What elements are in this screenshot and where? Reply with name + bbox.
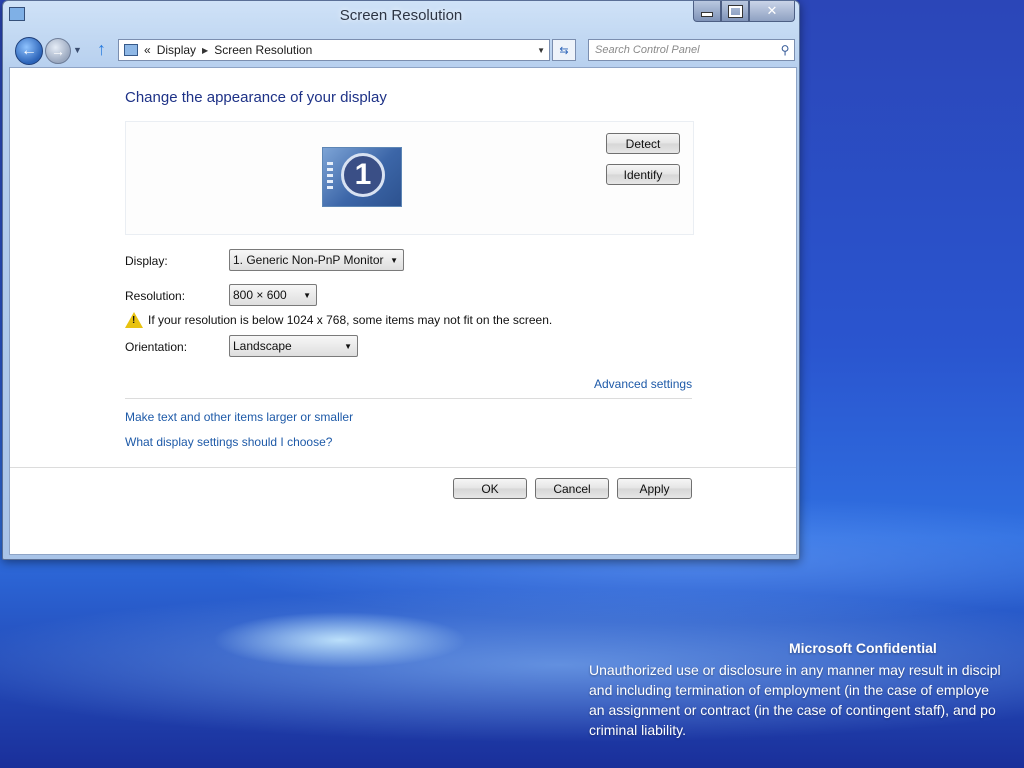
chevron-down-icon: ▼ (73, 45, 82, 55)
chevron-down-icon: ▼ (303, 290, 311, 300)
address-bar[interactable]: « Display ▶ Screen Resolution ▼ (118, 39, 550, 61)
maximize-button[interactable] (721, 1, 749, 22)
display-help-link[interactable]: What display settings should I choose? (125, 435, 332, 449)
window-title: Screen Resolution (339, 7, 463, 24)
text-size-link[interactable]: Make text and other items larger or smal… (125, 410, 353, 424)
content-pane: Change the appearance of your display 1 … (9, 67, 797, 555)
taskbar-preview (327, 162, 333, 192)
cancel-button[interactable]: Cancel (535, 478, 609, 499)
title-bar[interactable]: Screen Resolution ✕ (3, 1, 799, 33)
chevron-down-icon: ▼ (390, 255, 398, 265)
ok-button[interactable]: OK (453, 478, 527, 499)
orientation-value: Landscape (233, 339, 292, 353)
confidential-notice: Microsoft Confidential Unauthorized use … (589, 640, 1001, 740)
back-button[interactable]: ← (15, 37, 43, 65)
breadcrumb-screen-resolution[interactable]: Screen Resolution (214, 43, 312, 57)
refresh-button[interactable]: ⇆ (552, 39, 576, 61)
maximize-icon (727, 4, 743, 18)
forward-button[interactable]: → (45, 38, 71, 64)
page-title: Change the appearance of your display (125, 89, 387, 106)
confidential-line: criminal liability. (589, 722, 686, 738)
footer-divider (10, 467, 796, 468)
monitor-number: 1 (341, 153, 385, 197)
apply-button[interactable]: Apply (617, 478, 692, 499)
search-box[interactable]: ⚲ (588, 39, 795, 61)
breadcrumb-prefix[interactable]: « (144, 43, 151, 57)
breadcrumb-display[interactable]: Display (157, 43, 196, 57)
display-select[interactable]: 1. Generic Non-PnP Monitor ▼ (229, 249, 404, 271)
forward-arrow-icon: → (51, 43, 65, 59)
confidential-line: Unauthorized use or disclosure in any ma… (589, 662, 1001, 678)
detect-button[interactable]: Detect (606, 133, 680, 154)
close-button[interactable]: ✕ (749, 1, 795, 22)
up-arrow-icon: ↑ (97, 39, 106, 59)
caption-buttons: ✕ (693, 1, 795, 22)
monitor-1-tile[interactable]: 1 (322, 147, 402, 207)
advanced-settings-link[interactable]: Advanced settings (594, 377, 692, 391)
warning-icon: ! (125, 312, 143, 328)
back-arrow-icon: ← (21, 42, 37, 59)
up-button[interactable]: ↑ (97, 39, 106, 60)
breadcrumb-separator-icon[interactable]: ▶ (202, 46, 208, 55)
warning-text: If your resolution is below 1024 x 768, … (148, 313, 553, 327)
control-panel-icon (124, 44, 138, 56)
orientation-select[interactable]: Landscape ▼ (229, 335, 358, 357)
minimize-button[interactable] (693, 1, 721, 22)
resolution-value: 800 × 600 (233, 288, 287, 302)
confidential-line: an assignment or contract (in the case o… (589, 702, 996, 718)
screen-resolution-window: Screen Resolution ✕ ← → ▼ ↑ « Display ▶ … (2, 0, 800, 560)
identify-button[interactable]: Identify (606, 164, 680, 185)
minimize-icon (701, 11, 713, 17)
resolution-select[interactable]: 800 × 600 ▼ (229, 284, 317, 306)
resolution-warning: ! If your resolution is below 1024 x 768… (125, 312, 552, 328)
orientation-label: Orientation: (125, 340, 188, 354)
display-value: 1. Generic Non-PnP Monitor (233, 253, 384, 267)
monitor-preview: 1 Detect Identify (125, 121, 694, 235)
recent-pages-dropdown[interactable]: ▼ (73, 45, 82, 55)
chevron-down-icon: ▼ (344, 341, 352, 351)
resolution-label: Resolution: (125, 289, 186, 303)
refresh-icon: ⇆ (559, 44, 569, 57)
address-dropdown-icon[interactable]: ▼ (537, 46, 545, 55)
confidential-line: and including termination of employment … (589, 682, 989, 698)
display-label: Display: (125, 254, 168, 268)
confidential-title: Microsoft Confidential (789, 640, 937, 656)
search-input[interactable] (589, 43, 776, 57)
close-icon: ✕ (766, 3, 778, 18)
search-icon[interactable]: ⚲ (776, 43, 794, 57)
divider (125, 398, 692, 399)
